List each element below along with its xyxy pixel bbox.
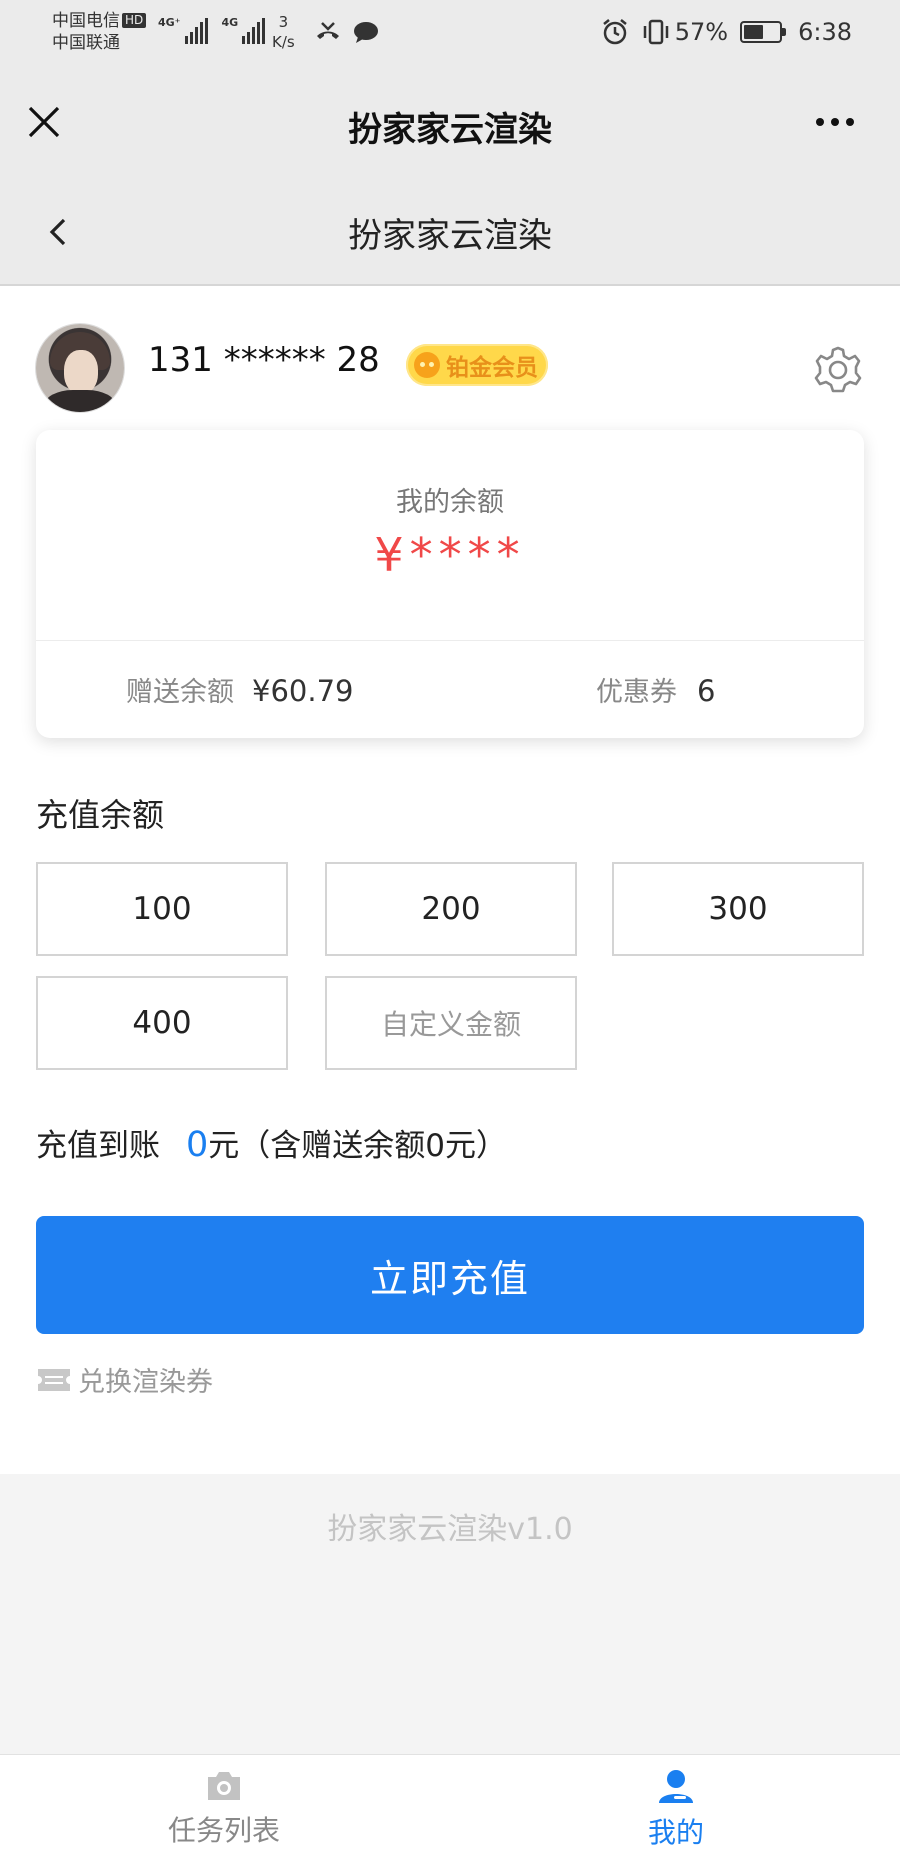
card-divider: [36, 640, 864, 641]
signal-strength-icon: 4G⁺: [158, 16, 208, 44]
more-button[interactable]: [816, 118, 854, 126]
bonus-balance: 赠送余额 ¥60.79: [126, 670, 353, 709]
carrier-info: 中国电信 HD 中国联通: [52, 10, 147, 54]
tab-bar: 任务列表 我的: [0, 1754, 900, 1870]
user-icon: [659, 1770, 693, 1803]
arrival-suffix: 元（含赠送余额0元）: [208, 1128, 508, 1164]
bonus-balance-label: 赠送余额: [126, 677, 234, 708]
balance-label: 我的余额: [396, 487, 504, 518]
version-text: 扮家家云渲染v1.0: [327, 1512, 573, 1547]
user-phone: 131 ****** 28: [148, 340, 380, 380]
tab-mine[interactable]: 我的: [576, 1769, 776, 1851]
custom-amount-input[interactable]: 自定义金额: [325, 976, 577, 1070]
nav-bar: 扮家家云渲染: [0, 180, 900, 286]
signal-indicators: 4G⁺ 4G: [158, 16, 266, 44]
battery-percent: 57%: [674, 18, 729, 46]
network-type-1: 4G⁺: [158, 16, 181, 29]
battery-icon: [740, 21, 787, 43]
amount-option-100[interactable]: 100: [36, 862, 288, 956]
arrival-amount: 0: [186, 1125, 209, 1165]
alarm-icon: [602, 19, 627, 45]
page-title: 扮家家云渲染: [348, 216, 552, 256]
carrier-1: 中国电信: [52, 11, 120, 31]
redeem-voucher-link[interactable]: 兑换渲染券: [36, 1360, 213, 1399]
arrival-label: 充值到账: [36, 1128, 160, 1164]
gear-icon[interactable]: [810, 342, 866, 398]
footer-area: 扮家家云渲染v1.0: [0, 1474, 900, 1754]
vip-icon: [414, 352, 440, 378]
avatar[interactable]: [36, 324, 124, 412]
speed-value: 3: [278, 13, 289, 31]
coupon-label: 优惠券: [596, 677, 677, 708]
tab-task-list[interactable]: 任务列表: [124, 1769, 324, 1849]
bonus-balance-value: ¥60.79: [252, 674, 354, 708]
window-title: 扮家家云渲染: [348, 110, 552, 150]
coupon-value: 6: [697, 674, 716, 708]
chat-bubble-icon: [354, 22, 378, 43]
recharge-section-title: 充值余额: [36, 796, 165, 834]
vibrate-icon: [643, 19, 668, 45]
title-bar: 扮家家云渲染: [0, 64, 900, 180]
amount-option-400[interactable]: 400: [36, 976, 288, 1070]
tab-task-list-label: 任务列表: [167, 1814, 280, 1847]
hd-badge: HD: [122, 13, 147, 28]
coupon-count[interactable]: 优惠券 6: [596, 670, 715, 709]
arrival-summary: 充值到账 0 元（含赠送余额0元）: [36, 1120, 507, 1165]
redeem-label[interactable]: 兑换渲染券: [78, 1360, 213, 1399]
notification-icons: [314, 20, 380, 44]
amount-option-200[interactable]: 200: [325, 862, 577, 956]
amount-option-300[interactable]: 300: [612, 862, 864, 956]
balance-value[interactable]: ¥****: [36, 528, 864, 582]
camera-icon: [208, 1772, 240, 1800]
profile-header: 131 ****** 28 铂金会员: [0, 288, 900, 428]
status-right: 57% 6:38: [601, 18, 852, 46]
carrier-2: 中国联通: [52, 33, 120, 53]
network-speed: 3 K/s: [272, 12, 295, 52]
clock: 6:38: [798, 18, 852, 46]
settings-button[interactable]: [810, 342, 866, 398]
speed-unit: K/s: [272, 33, 295, 51]
ticket-icon: [38, 1368, 70, 1391]
tab-mine-label: 我的: [647, 1816, 704, 1849]
missed-call-icon: [317, 22, 339, 39]
balance-card: 我的余额 ¥**** 赠送余额 ¥60.79 优惠券 6: [36, 430, 864, 738]
signal-strength-icon: 4G: [222, 16, 266, 44]
network-type-2: 4G: [221, 16, 239, 29]
status-bar: 中国电信 HD 中国联通 4G⁺ 4G 3 K/s 57% 6:38: [0, 0, 900, 64]
membership-label: 铂金会员: [446, 355, 538, 381]
recharge-now-button[interactable]: 立即充值: [36, 1216, 864, 1334]
membership-badge: 铂金会员: [406, 344, 548, 386]
more-dots-icon[interactable]: [816, 118, 824, 126]
